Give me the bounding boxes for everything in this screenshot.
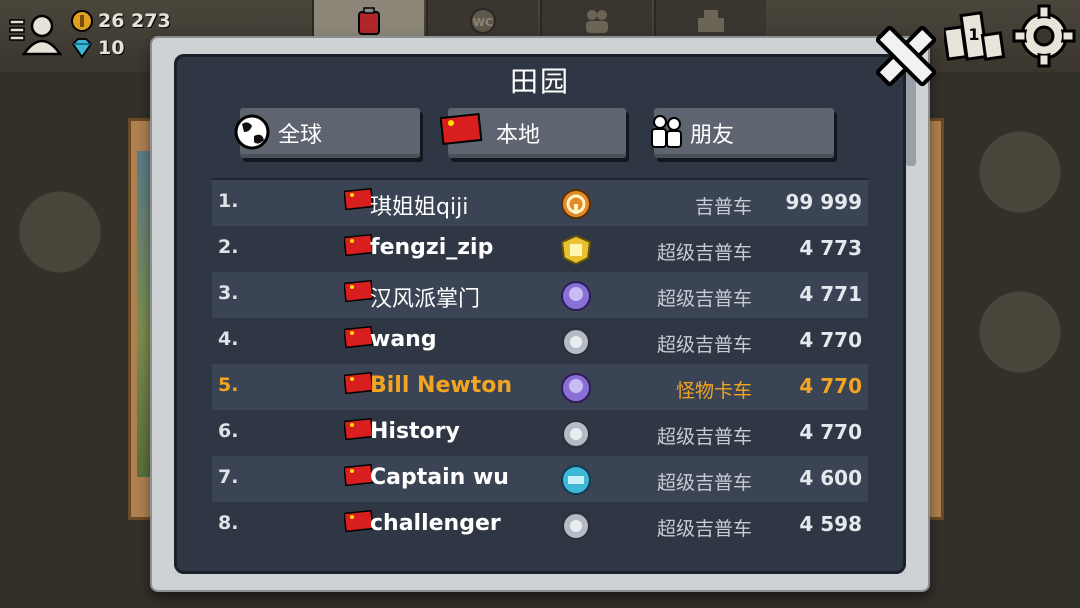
- coin-value: 26 273: [98, 10, 171, 32]
- vehicle-name: 超级吉普车: [656, 518, 752, 540]
- globe-icon: [234, 114, 270, 150]
- settings-button[interactable]: [1012, 4, 1076, 68]
- tab-friends[interactable]: 朋友: [651, 108, 834, 158]
- profile-button[interactable]: [8, 10, 64, 58]
- leaderboard-row[interactable]: 3. 汉风派掌门 超级吉普车 4 771: [212, 272, 868, 318]
- svg-text:1: 1: [968, 25, 979, 44]
- modal-title: 田园: [509, 65, 570, 98]
- player-name: challenger: [370, 511, 501, 536]
- tab-local-label: 本地: [496, 123, 541, 148]
- tab-friends-label: 朋友: [690, 123, 735, 148]
- player-name: wang: [370, 327, 437, 352]
- leaderboard-list[interactable]: 1. 琪姐姐qiji 吉普车 99 999 2. fengzi_zip 超级吉普…: [212, 180, 868, 550]
- gem-counter: 10: [70, 36, 124, 60]
- rank: 7.: [218, 466, 239, 488]
- team-icon: [586, 10, 608, 33]
- score: 4 598: [799, 512, 862, 536]
- china-flag-icon: [440, 112, 483, 146]
- leaderboard-button[interactable]: 1: [942, 6, 1006, 64]
- rank: 8.: [218, 512, 239, 534]
- score: 4 600: [799, 466, 862, 490]
- leaderboard-row[interactable]: 6. History 超级吉普车 4 770: [212, 410, 868, 456]
- leaderboard-row[interactable]: 4. wang 超级吉普车 4 770: [212, 318, 868, 364]
- vehicle-name: 吉普车: [694, 196, 752, 218]
- leaderboard-row[interactable]: 1. 琪姐姐qiji 吉普车 99 999: [212, 180, 868, 226]
- purple-badge-icon: [561, 281, 591, 311]
- profile-icon: [9, 14, 63, 56]
- leaderboard-row[interactable]: 2. fengzi_zip 超级吉普车 4 773: [212, 226, 868, 272]
- coin-counter: 26 273: [70, 9, 171, 33]
- vehicle-name: 怪物卡车: [675, 380, 752, 402]
- score: 4 770: [799, 420, 862, 444]
- tab-garage[interactable]: [312, 0, 424, 42]
- vehicle-name: 超级吉普车: [656, 334, 752, 356]
- score: 99 999: [785, 190, 862, 214]
- rank: 3.: [218, 282, 239, 304]
- gold-badge-icon: [560, 234, 592, 266]
- player-name: 汉风派掌门: [370, 287, 481, 312]
- leaderboard-row-current-player[interactable]: 5. Bill Newton 怪物卡车 4 770: [212, 364, 868, 410]
- leaderboard-row[interactable]: 7. Captain wu 超级吉普车 4 600: [212, 456, 868, 502]
- fuel-can-icon: [358, 7, 380, 35]
- silver-badge-icon: [562, 420, 590, 448]
- score: 4 770: [799, 374, 862, 398]
- silver-badge-icon: [562, 328, 590, 356]
- tab-global[interactable]: 全球: [234, 108, 420, 158]
- player-name: 琪姐姐qiji: [370, 195, 469, 220]
- friends-icon: [651, 115, 682, 148]
- shop-icon: [698, 10, 724, 32]
- tab-global-label: 全球: [278, 123, 323, 148]
- vehicle-name: 超级吉普车: [656, 288, 752, 310]
- gear-icon: [1012, 4, 1076, 68]
- rank: 2.: [218, 236, 239, 258]
- tab-shop[interactable]: [654, 0, 766, 42]
- gem-value: 10: [98, 37, 125, 59]
- steering-wheel-badge-icon: [561, 189, 591, 219]
- player-name: Captain wu: [370, 465, 509, 490]
- world-cup-icon: WC: [470, 8, 496, 34]
- score: 4 773: [799, 236, 862, 260]
- tab-team[interactable]: [540, 0, 652, 42]
- vehicle-name: 超级吉普车: [656, 242, 752, 264]
- rank: 6.: [218, 420, 239, 442]
- purple-badge-icon: [561, 373, 591, 403]
- vehicle-name: 超级吉普车: [656, 472, 752, 494]
- tab-world-cup[interactable]: WC: [426, 0, 538, 42]
- score: 4 771: [799, 282, 862, 306]
- podium-icon: 1: [942, 11, 1006, 61]
- coin-icon: [71, 10, 93, 32]
- rank: 1.: [218, 190, 239, 212]
- score: 4 770: [799, 328, 862, 352]
- player-name: Bill Newton: [370, 373, 513, 398]
- rank: 5.: [218, 374, 239, 396]
- player-name: History: [370, 419, 460, 444]
- tab-local[interactable]: 本地: [440, 108, 626, 158]
- leaderboard-row[interactable]: 8. challenger 超级吉普车 4 598: [212, 502, 868, 548]
- close-button[interactable]: [868, 16, 944, 92]
- svg-text:WC: WC: [473, 16, 493, 29]
- vehicle-name: 超级吉普车: [656, 426, 752, 448]
- silver-badge-icon: [562, 512, 590, 540]
- player-name: fengzi_zip: [370, 235, 494, 260]
- blue-badge-icon: [561, 465, 591, 495]
- rank: 4.: [218, 328, 239, 350]
- close-icon: [875, 25, 937, 87]
- gem-icon: [71, 38, 93, 59]
